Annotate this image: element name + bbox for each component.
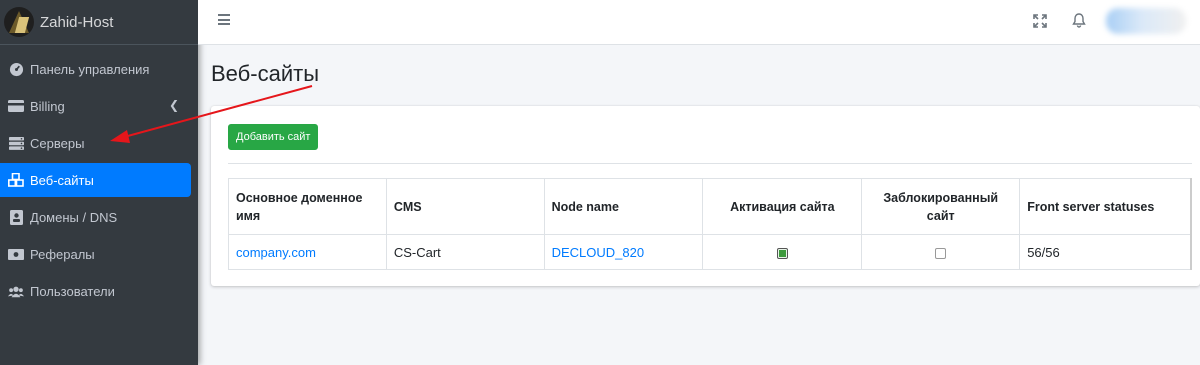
fullscreen-icon[interactable] bbox=[1032, 13, 1050, 31]
cell-front-status: 56/56 bbox=[1019, 234, 1192, 270]
cell-cms: CS-Cart bbox=[385, 234, 545, 270]
cell-activation bbox=[702, 234, 863, 270]
table-scrollbar[interactable] bbox=[1190, 178, 1192, 270]
brand-logo bbox=[4, 7, 34, 37]
brand-link[interactable]: Zahid-Host bbox=[0, 0, 198, 45]
tachometer-icon bbox=[8, 61, 24, 77]
column-header-blocked[interactable]: Заблокированный сайт bbox=[861, 178, 1021, 235]
table-header-row: Основное доменное имя CMS Node name Акти… bbox=[228, 178, 1192, 235]
user-avatar[interactable] bbox=[1106, 8, 1186, 34]
menu-toggle-icon[interactable] bbox=[218, 14, 230, 25]
sidebar-item-label: Рефералы bbox=[30, 246, 95, 262]
server-icon bbox=[8, 135, 24, 151]
chevron-left-icon: ❮ bbox=[168, 98, 179, 112]
cell-node: DECLOUD_820 bbox=[543, 234, 704, 270]
sidebar-item-label: Billing bbox=[30, 98, 65, 114]
sidebar-item-domains[interactable]: Домены / DNS bbox=[0, 200, 191, 234]
id-card-icon bbox=[8, 209, 24, 225]
cell-domain: company.com bbox=[228, 234, 387, 270]
column-header-front-status[interactable]: Front server statuses bbox=[1019, 178, 1192, 235]
table-row: company.com CS-Cart DECLOUD_820 56/56 bbox=[228, 234, 1192, 270]
divider bbox=[228, 163, 1192, 164]
credit-card-icon bbox=[8, 98, 24, 114]
column-header-cms[interactable]: CMS bbox=[385, 178, 545, 235]
sidebar-item-referrals[interactable]: Рефералы bbox=[0, 237, 191, 271]
sidebar-item-users[interactable]: Пользователи bbox=[0, 274, 191, 308]
websites-card: Добавить сайт Основное доменное имя CMS … bbox=[211, 106, 1200, 286]
sidebar-item-websites[interactable]: Веб-сайты bbox=[0, 163, 191, 197]
sidebar-item-dashboard[interactable]: Панель управления bbox=[0, 52, 191, 86]
column-header-activation[interactable]: Активация сайта bbox=[702, 178, 863, 235]
sidebar-item-label: Панель управления bbox=[30, 61, 150, 77]
bell-icon[interactable] bbox=[1072, 12, 1090, 30]
cell-blocked bbox=[861, 234, 1021, 270]
sidebar-item-label: Веб-сайты bbox=[30, 172, 94, 188]
websites-table: Основное доменное имя CMS Node name Акти… bbox=[228, 178, 1192, 270]
users-icon bbox=[8, 283, 24, 299]
sidebar-item-label: Домены / DNS bbox=[30, 209, 118, 225]
add-site-button[interactable]: Добавить сайт bbox=[228, 124, 319, 150]
sidebar-nav: Панель управления Billing ❮ Серверы Веб-… bbox=[0, 52, 198, 308]
sidebar-item-billing[interactable]: Billing ❮ bbox=[0, 89, 191, 123]
sidebar-item-label: Серверы bbox=[30, 135, 85, 151]
cubes-icon bbox=[8, 172, 24, 188]
money-bill-icon bbox=[8, 246, 24, 262]
page-title: Веб-сайты bbox=[211, 61, 320, 86]
brand-name: Zahid-Host bbox=[40, 13, 114, 31]
activation-checkbox[interactable] bbox=[776, 247, 788, 259]
top-navbar bbox=[198, 0, 1200, 45]
sidebar-item-servers[interactable]: Серверы bbox=[0, 126, 191, 160]
sidebar: Zahid-Host Панель управления Billing ❮ С… bbox=[0, 0, 198, 365]
sidebar-item-label: Пользователи bbox=[30, 283, 115, 299]
blocked-checkbox[interactable] bbox=[935, 247, 947, 259]
domain-link[interactable]: company.com bbox=[236, 245, 316, 260]
node-link[interactable]: DECLOUD_820 bbox=[552, 245, 645, 260]
column-header-node[interactable]: Node name bbox=[543, 178, 704, 235]
column-header-domain[interactable]: Основное доменное имя bbox=[228, 178, 387, 235]
